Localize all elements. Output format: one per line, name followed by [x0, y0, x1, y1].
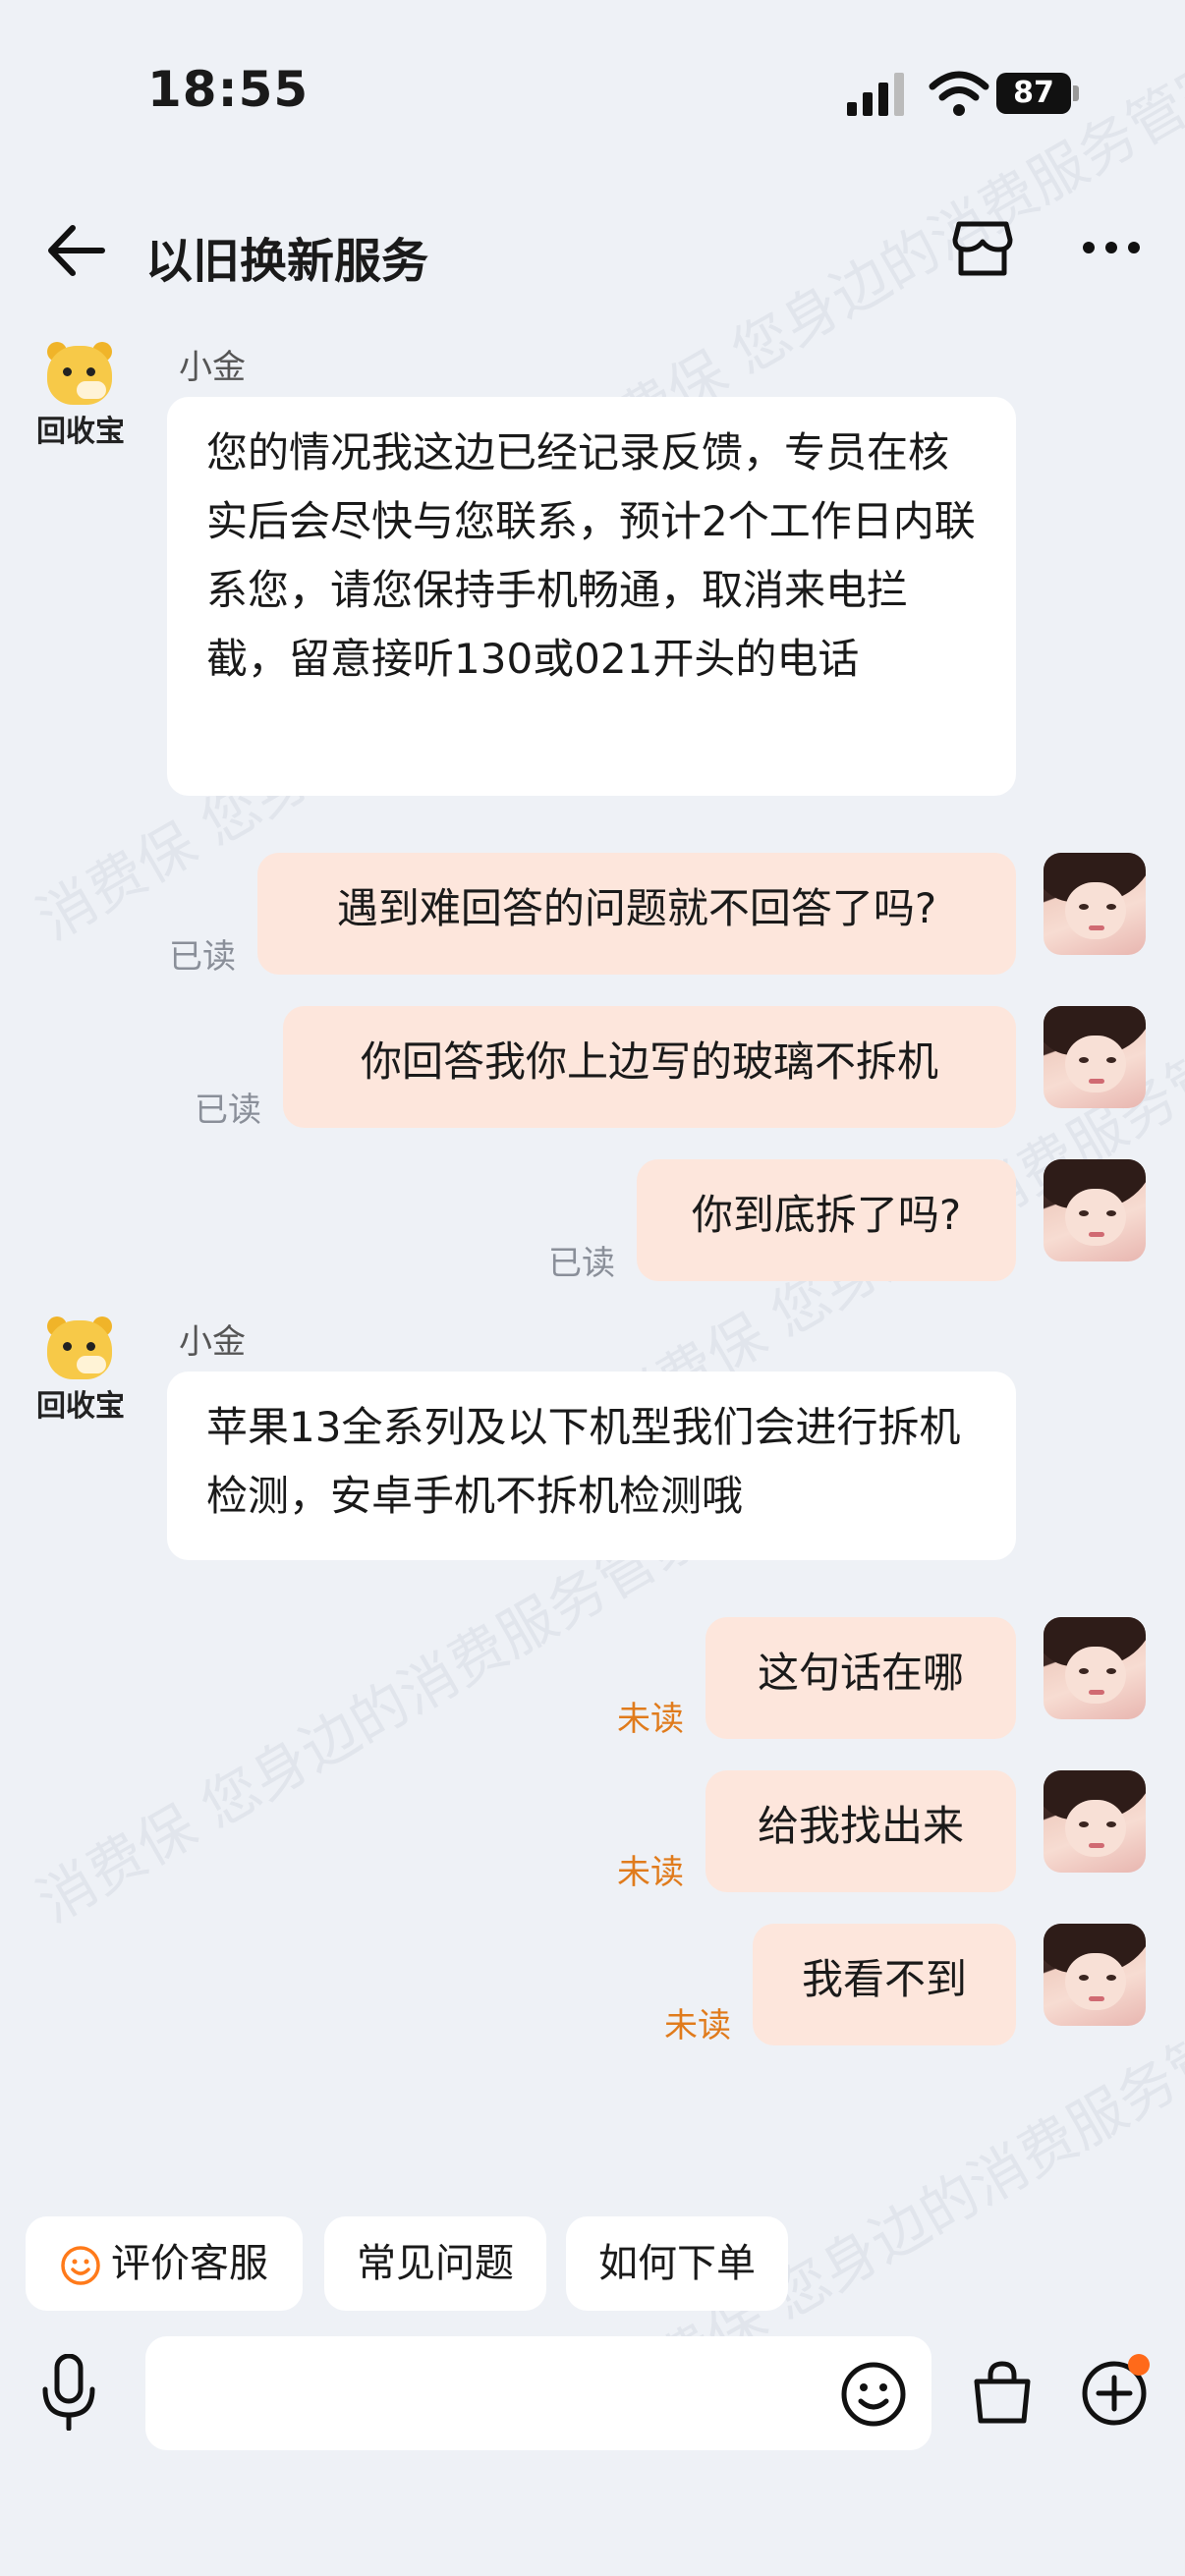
unread-receipt: 未读	[617, 1853, 684, 1892]
message-bubble-bot: 苹果13全系列及以下机型我们会进行拆机检测，安卓手机不拆机检测哦	[167, 1372, 1016, 1560]
quick-reply-how-to-order[interactable]: 如何下单	[566, 2216, 788, 2311]
user-avatar[interactable]	[1044, 1006, 1146, 1108]
back-arrow-icon[interactable]	[43, 218, 108, 283]
status-time: 18:55	[147, 61, 310, 118]
message-bubble-user: 我看不到	[753, 1924, 1016, 2045]
quick-reply-label: 评价客服	[111, 2241, 268, 2286]
smile-icon	[61, 2246, 100, 2285]
bot-brand-label: 回收宝	[36, 415, 125, 449]
message-bubble-bot: 您的情况我这边已经记录反馈，专员在核实后会尽快与您联系，预计2个工作日内联系您，…	[167, 397, 1016, 796]
quick-reply-label: 如何下单	[598, 2241, 756, 2286]
read-receipt: 已读	[169, 937, 236, 977]
message-bubble-user: 遇到难回答的问题就不回答了吗?	[257, 853, 1016, 975]
signal-icon	[847, 73, 904, 116]
unread-receipt: 未读	[617, 1700, 684, 1739]
message-bubble-user: 你回答我你上边写的玻璃不拆机	[283, 1006, 1016, 1128]
sender-name: 小金	[179, 348, 246, 387]
bot-avatar[interactable]: 回收宝	[35, 342, 126, 454]
read-receipt: 已读	[195, 1091, 261, 1130]
notification-dot	[1128, 2354, 1150, 2376]
read-receipt: 已读	[548, 1244, 615, 1283]
user-avatar[interactable]	[1044, 853, 1146, 955]
battery-icon: 87	[996, 73, 1081, 116]
user-avatar[interactable]	[1044, 1159, 1146, 1261]
emoji-icon[interactable]	[839, 2360, 908, 2429]
quick-reply-faq[interactable]: 常见问题	[324, 2216, 546, 2311]
more-icon[interactable]	[1077, 218, 1146, 277]
bot-brand-label: 回收宝	[36, 1389, 125, 1424]
message-bubble-user: 你到底拆了吗?	[637, 1159, 1016, 1281]
shopping-bag-icon[interactable]	[967, 2358, 1038, 2429]
bot-avatar[interactable]: 回收宝	[35, 1316, 126, 1428]
store-icon[interactable]	[949, 214, 1016, 281]
sender-name: 小金	[179, 1322, 246, 1362]
quick-reply-rate-service[interactable]: 评价客服	[26, 2216, 303, 2311]
battery-level: 87	[996, 73, 1071, 114]
page-title: 以旧换新服务	[145, 234, 429, 289]
user-avatar[interactable]	[1044, 1617, 1146, 1719]
quick-reply-label: 常见问题	[357, 2241, 514, 2286]
message-input[interactable]	[145, 2336, 931, 2450]
message-bubble-user: 给我找出来	[705, 1770, 1016, 1892]
wifi-icon	[929, 71, 989, 116]
microphone-icon[interactable]	[39, 2354, 98, 2431]
user-avatar[interactable]	[1044, 1924, 1146, 2026]
unread-receipt: 未读	[664, 2006, 731, 2045]
message-bubble-user: 这句话在哪	[705, 1617, 1016, 1739]
user-avatar[interactable]	[1044, 1770, 1146, 1873]
